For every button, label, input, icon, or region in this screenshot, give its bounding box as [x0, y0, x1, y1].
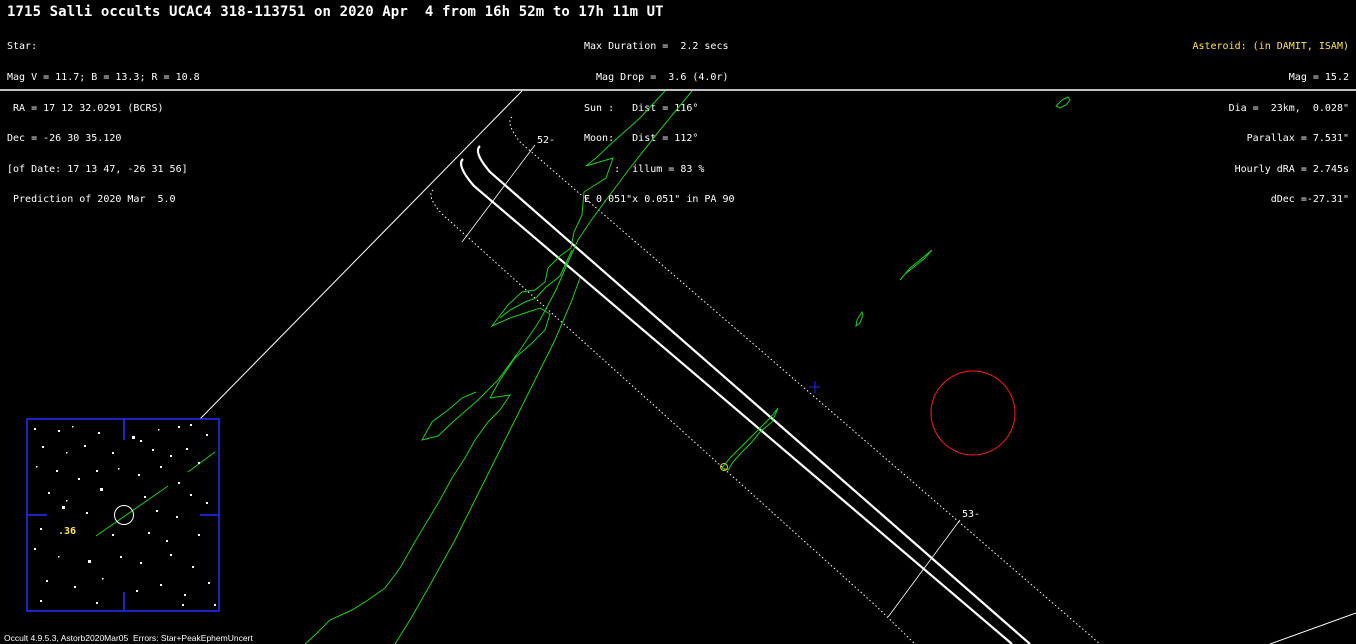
path-limit-south — [459, 158, 1013, 644]
coastline — [899, 249, 933, 281]
time-label-52: 52- — [537, 135, 555, 146]
coastline — [304, 394, 512, 644]
coastline — [421, 90, 693, 441]
moon-position-circle — [930, 370, 1016, 456]
occultation-map-window: 1715 Salli occults UCAC4 318-113751 on 2… — [0, 0, 1356, 644]
path-error-limit-south — [430, 189, 916, 644]
footer-status: Occult 4.9.5.3, Astorb2020Mar05 Errors: … — [4, 633, 253, 643]
time-label-53: 53- — [962, 509, 980, 520]
earth-limb-line — [199, 90, 523, 420]
path-limit-north — [476, 145, 1031, 644]
earth-limb-line-lower — [1269, 612, 1356, 644]
star-chart-inset[interactable]: .36 — [26, 418, 220, 612]
inset-magnitude-label: .36 — [58, 526, 76, 537]
occultation-path-map: 52- 53- .36 — [0, 89, 1356, 644]
coastline — [855, 310, 864, 328]
time-line-53 — [887, 519, 961, 618]
inset-frame — [26, 418, 220, 612]
coastline — [394, 277, 581, 644]
coastline — [1055, 96, 1071, 109]
path-error-limit-north — [509, 116, 1101, 644]
center-cross-icon — [809, 381, 820, 393]
